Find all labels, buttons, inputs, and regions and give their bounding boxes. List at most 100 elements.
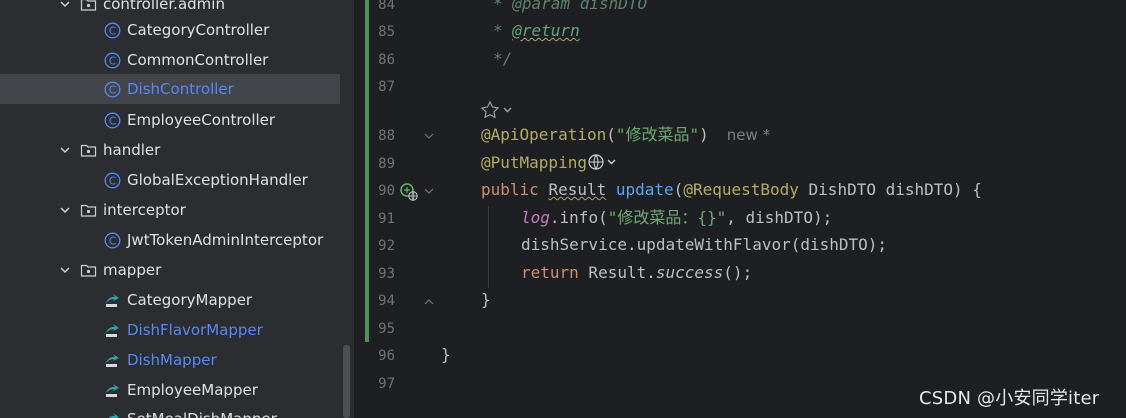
tree-item-common-controller[interactable]: C CommonController xyxy=(0,45,340,75)
ai-actions-icon[interactable] xyxy=(481,100,515,120)
tree-item-label: DishController xyxy=(127,80,234,98)
string-literal: "修改菜品：{}" xyxy=(607,208,727,227)
fold-end-icon[interactable] xyxy=(423,296,435,308)
tree-item-label: interceptor xyxy=(103,201,186,219)
svg-text:C: C xyxy=(109,84,116,96)
tree-item-category-mapper[interactable]: CategoryMapper xyxy=(0,285,340,315)
tree-item-label: controller.admin xyxy=(103,0,225,13)
tree-item-label: EmployeeController xyxy=(127,111,276,129)
code-line-88[interactable]: @ApiOperation("修改菜品") new * xyxy=(481,125,770,145)
tree-item-label: CategoryController xyxy=(127,21,270,39)
spring-mapping-gutter-icon[interactable] xyxy=(399,182,419,202)
class-icon: C xyxy=(104,232,121,249)
javadoc-param: * @param dishDTO xyxy=(493,0,648,13)
tree-item-mapper[interactable]: mapper xyxy=(0,255,340,285)
tree-item-interceptor[interactable]: interceptor xyxy=(0,195,340,225)
tree-item-employee-mapper[interactable]: EmployeeMapper xyxy=(0,375,340,405)
mybatis-mapper-icon xyxy=(105,324,119,337)
chevron-down-icon[interactable] xyxy=(58,0,72,11)
tree-item-jwt-token-admin-interceptor[interactable]: C JwtTokenAdminInterceptor xyxy=(0,225,340,255)
tree-item-setmeal-dish-mapper[interactable]: SetMealDishMapper xyxy=(0,404,340,418)
code-line-85[interactable]: * @return xyxy=(493,21,580,41)
package-icon xyxy=(80,264,97,277)
tree-item-label: JwtTokenAdminInterceptor xyxy=(127,231,324,249)
tree-item-label: EmployeeMapper xyxy=(127,381,258,399)
tree-item-label: mapper xyxy=(103,261,162,279)
annotation-requestbody: @RequestBody xyxy=(683,180,799,199)
tree-item-label: SetMealDishMapper xyxy=(127,410,277,418)
author-inlay-hint[interactable]: new * xyxy=(727,126,770,144)
mybatis-mapper-icon xyxy=(105,294,119,307)
line-number: 96 xyxy=(378,348,395,364)
chevron-down-icon[interactable] xyxy=(58,143,72,157)
string-literal: "修改菜品" xyxy=(615,125,700,144)
line-number: 85 xyxy=(378,24,395,40)
line-number: 93 xyxy=(378,266,395,282)
package-icon xyxy=(80,204,97,217)
method-success: success xyxy=(655,263,724,282)
tree-item-dish-controller[interactable]: C DishController xyxy=(0,74,340,104)
paren: ( xyxy=(673,180,684,199)
line-number: 89 xyxy=(378,156,395,172)
javadoc-close: */ xyxy=(493,49,513,68)
project-tree[interactable]: controller.admin C CategoryController C … xyxy=(0,0,354,418)
code-line-94[interactable]: } xyxy=(481,290,491,310)
tree-item-label: DishFlavorMapper xyxy=(127,321,263,339)
keyword-public: public xyxy=(481,180,539,199)
code-line-86[interactable]: */ xyxy=(493,49,512,69)
keyword-return: return xyxy=(521,263,579,282)
chevron-down-icon[interactable] xyxy=(58,263,72,277)
tree-item-employee-controller[interactable]: C EmployeeController xyxy=(0,105,340,135)
method-name-update: update xyxy=(615,180,674,199)
tree-item-label: handler xyxy=(103,141,161,159)
parameters: DishDTO dishDTO) { xyxy=(798,180,982,199)
line-number: 92 xyxy=(378,238,395,254)
fold-icon[interactable] xyxy=(423,130,435,142)
svg-text:C: C xyxy=(109,25,116,37)
chevron-down-icon[interactable] xyxy=(58,203,72,217)
code-line-90[interactable]: public Result update(@RequestBody DishDT… xyxy=(481,180,982,200)
close-brace: } xyxy=(441,345,451,364)
package-icon xyxy=(80,0,97,11)
tree-scrollbar[interactable] xyxy=(343,345,350,418)
tree-item-dish-mapper[interactable]: DishMapper xyxy=(0,345,340,375)
tree-item-label: CommonController xyxy=(127,51,269,69)
javadoc-star: * xyxy=(493,21,513,40)
mybatis-mapper-icon xyxy=(108,413,119,418)
tree-item-category-controller[interactable]: C CategoryController xyxy=(0,15,340,45)
line-number: 95 xyxy=(378,321,395,337)
class-icon: C xyxy=(104,52,121,69)
paren: ( xyxy=(606,125,616,144)
code-line-84[interactable]: * @param dishDTO xyxy=(493,0,647,14)
code-editor[interactable]: 84 85 86 87 88 89 90 91 92 93 94 95 96 9… xyxy=(355,0,1126,418)
code-line-89[interactable]: @PutMapping xyxy=(481,153,621,173)
indent-guide xyxy=(488,206,489,288)
mybatis-mapper-icon xyxy=(105,354,119,367)
code-line-93[interactable]: return Result.success(); xyxy=(521,263,752,283)
code-line-92[interactable]: dishService.updateWithFlavor(dishDTO); xyxy=(521,235,887,255)
call-parens: (); xyxy=(723,263,753,282)
code-line-96[interactable]: } xyxy=(441,345,451,365)
fold-icon[interactable] xyxy=(423,185,435,197)
package-icon xyxy=(80,144,97,157)
javadoc-return-tag: @return xyxy=(512,21,580,40)
close-brace: } xyxy=(481,290,491,309)
svg-text:C: C xyxy=(109,115,116,127)
arguments: , dishDTO); xyxy=(726,208,833,227)
class-icon: C xyxy=(104,172,121,189)
svg-text:C: C xyxy=(109,175,116,187)
line-number: 94 xyxy=(378,293,395,309)
tree-item-label: CategoryMapper xyxy=(127,291,253,309)
line-number: 88 xyxy=(378,128,395,144)
return-type: Result. xyxy=(578,263,656,282)
globe-endpoint-icon[interactable] xyxy=(587,153,621,171)
watermark-text: CSDN @小安同学iter xyxy=(919,388,1100,409)
class-icon: C xyxy=(104,81,121,98)
tree-item-global-exception-handler[interactable]: C GlobalExceptionHandler xyxy=(0,165,340,195)
tree-item-dish-flavor-mapper[interactable]: DishFlavorMapper xyxy=(0,315,340,345)
line-number: 91 xyxy=(378,211,395,227)
annotation-apioperation: @ApiOperation xyxy=(481,125,607,144)
tree-item-handler[interactable]: handler xyxy=(0,135,340,165)
code-line-91[interactable]: log.info("修改菜品：{}", dishDTO); xyxy=(521,208,832,228)
log-field: log xyxy=(521,208,550,227)
